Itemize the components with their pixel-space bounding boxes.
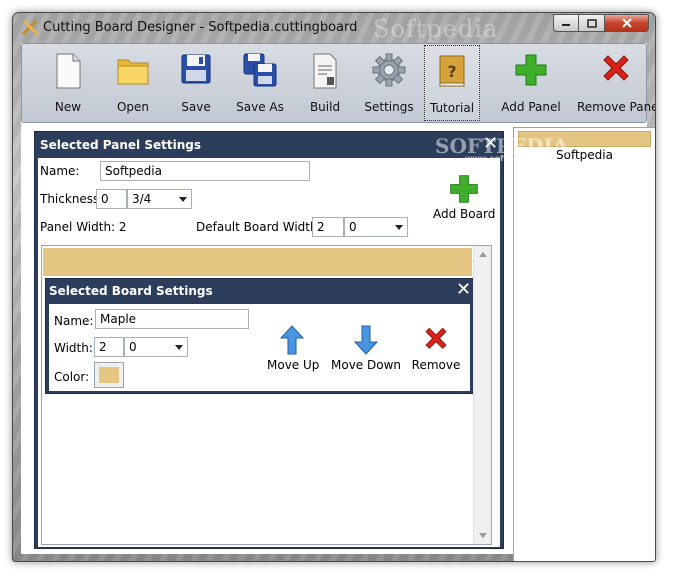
red-x-icon — [425, 327, 447, 349]
red-x-icon — [603, 55, 629, 81]
boards-scrollbar[interactable] — [473, 246, 491, 544]
board-settings-header: Selected Board Settings ✕ — [46, 279, 473, 303]
maximize-button[interactable] — [579, 14, 605, 32]
title-bar[interactable]: Cutting Board Designer - Softpedia.cutti… — [13, 13, 655, 43]
add-board-button[interactable]: Add Board — [433, 173, 495, 221]
remove-board-label: Remove — [411, 358, 461, 372]
remove-panel-button[interactable]: Remove Panel — [577, 48, 655, 118]
board-width-fraction-value: 0 — [129, 340, 137, 354]
chevron-down-icon — [395, 225, 403, 230]
floppy-disks-icon — [243, 53, 277, 87]
board-name-input[interactable]: Maple — [95, 309, 249, 329]
scroll-down-icon[interactable] — [479, 533, 487, 538]
build-button[interactable]: Build — [294, 48, 356, 118]
thickness-fraction-select[interactable]: 3/4 — [127, 189, 192, 209]
tutorial-label: Tutorial — [429, 101, 475, 115]
board-width-label: Width: — [54, 341, 93, 355]
move-down-button[interactable]: Move Down — [331, 324, 401, 372]
chevron-down-icon — [179, 197, 187, 202]
panel-name-input[interactable]: Softpedia — [100, 161, 310, 181]
board-settings-title: Selected Board Settings — [49, 284, 213, 298]
open-button[interactable]: Open — [102, 48, 164, 118]
folder-icon — [117, 59, 149, 85]
new-document-icon — [56, 53, 81, 89]
panel-settings-body: Name: Softpedia Thickness: 0 3/4 Panel W… — [38, 158, 500, 547]
build-sheet-icon — [313, 53, 337, 89]
board-name-label: Name: — [54, 314, 94, 328]
green-plus-icon — [515, 54, 547, 86]
watermark-logo: Softpedia — [373, 15, 499, 43]
app-window: Cutting Board Designer - Softpedia.cutti… — [12, 12, 656, 562]
add-panel-label: Add Panel — [501, 100, 561, 114]
board-settings-body: Name: Maple Width: 2 0 Color: Move Up Mo… — [49, 304, 470, 391]
tutorial-button[interactable]: ? Tutorial — [424, 45, 480, 121]
thickness-fraction-value: 3/4 — [132, 192, 152, 206]
move-up-label: Move Up — [267, 358, 320, 372]
selected-panel-settings: Selected Panel Settings SOFTPEDIA www.so… — [34, 131, 568, 549]
add-board-label: Add Board — [433, 207, 496, 221]
green-plus-icon — [450, 175, 478, 203]
toolbar: New Open Save Save As Build Settings ? T… — [21, 43, 655, 123]
new-button[interactable]: New — [37, 48, 99, 118]
remove-panel-label: Remove Panel — [577, 100, 656, 114]
board-color-picker[interactable] — [94, 362, 124, 388]
chevron-down-icon — [175, 345, 183, 350]
settings-button[interactable]: Settings — [358, 48, 420, 118]
selected-board-settings: Selected Board Settings ✕ Name: Maple Wi… — [45, 278, 474, 394]
default-board-width-fraction-select[interactable]: 0 — [344, 217, 408, 237]
window-title: Cutting Board Designer - Softpedia.cutti… — [43, 20, 358, 35]
close-window-button[interactable] — [605, 14, 649, 32]
close-board-settings-button[interactable]: ✕ — [456, 281, 471, 299]
arrow-up-icon — [279, 325, 305, 355]
scroll-up-icon[interactable] — [479, 252, 487, 257]
close-icon — [621, 18, 632, 28]
arrow-down-icon — [353, 325, 379, 355]
default-board-width-fraction-value: 0 — [349, 220, 357, 234]
board-width-whole-input[interactable]: 2 — [94, 337, 124, 357]
panel-list: Softpedia — [513, 127, 655, 561]
board-color-label: Color: — [54, 370, 90, 384]
default-board-width-label: Default Board Width: — [196, 220, 322, 234]
add-panel-button[interactable]: Add Panel — [500, 48, 562, 118]
panel-width-label: Panel Width: 2 — [40, 220, 127, 234]
window-controls — [553, 14, 649, 33]
board-color-swatch — [99, 367, 119, 383]
move-up-button[interactable]: Move Up — [267, 324, 320, 372]
board-item-maple[interactable] — [43, 248, 472, 276]
save-button[interactable]: Save — [165, 48, 227, 118]
boards-list: Selected Board Settings ✕ Name: Maple Wi… — [41, 245, 492, 545]
close-panel-settings-button[interactable]: ✕ — [483, 135, 498, 153]
panel-settings-header: Selected Panel Settings SOFTPEDIA www.so… — [35, 132, 568, 163]
move-down-label: Move Down — [331, 358, 401, 372]
board-width-fraction-select[interactable]: 0 — [124, 337, 188, 357]
floppy-disk-icon — [181, 54, 211, 84]
help-book-icon: ? — [439, 55, 465, 87]
app-icon — [21, 19, 39, 36]
name-label: Name: — [40, 164, 80, 178]
thickness-label: Thickness: — [40, 192, 104, 206]
maximize-icon — [586, 18, 597, 28]
minimize-icon — [562, 24, 570, 26]
client-area: New Open Save Save As Build Settings ? T… — [21, 43, 655, 561]
gear-icon — [372, 53, 406, 87]
default-board-width-whole-input[interactable]: 2 — [312, 217, 344, 237]
thickness-whole-input[interactable]: 0 — [96, 189, 127, 209]
remove-board-button[interactable]: Remove — [411, 324, 461, 372]
minimize-button[interactable] — [553, 14, 579, 32]
svg-text:?: ? — [447, 62, 456, 81]
save-as-button[interactable]: Save As — [229, 48, 291, 118]
panel-settings-title: Selected Panel Settings — [40, 138, 201, 152]
